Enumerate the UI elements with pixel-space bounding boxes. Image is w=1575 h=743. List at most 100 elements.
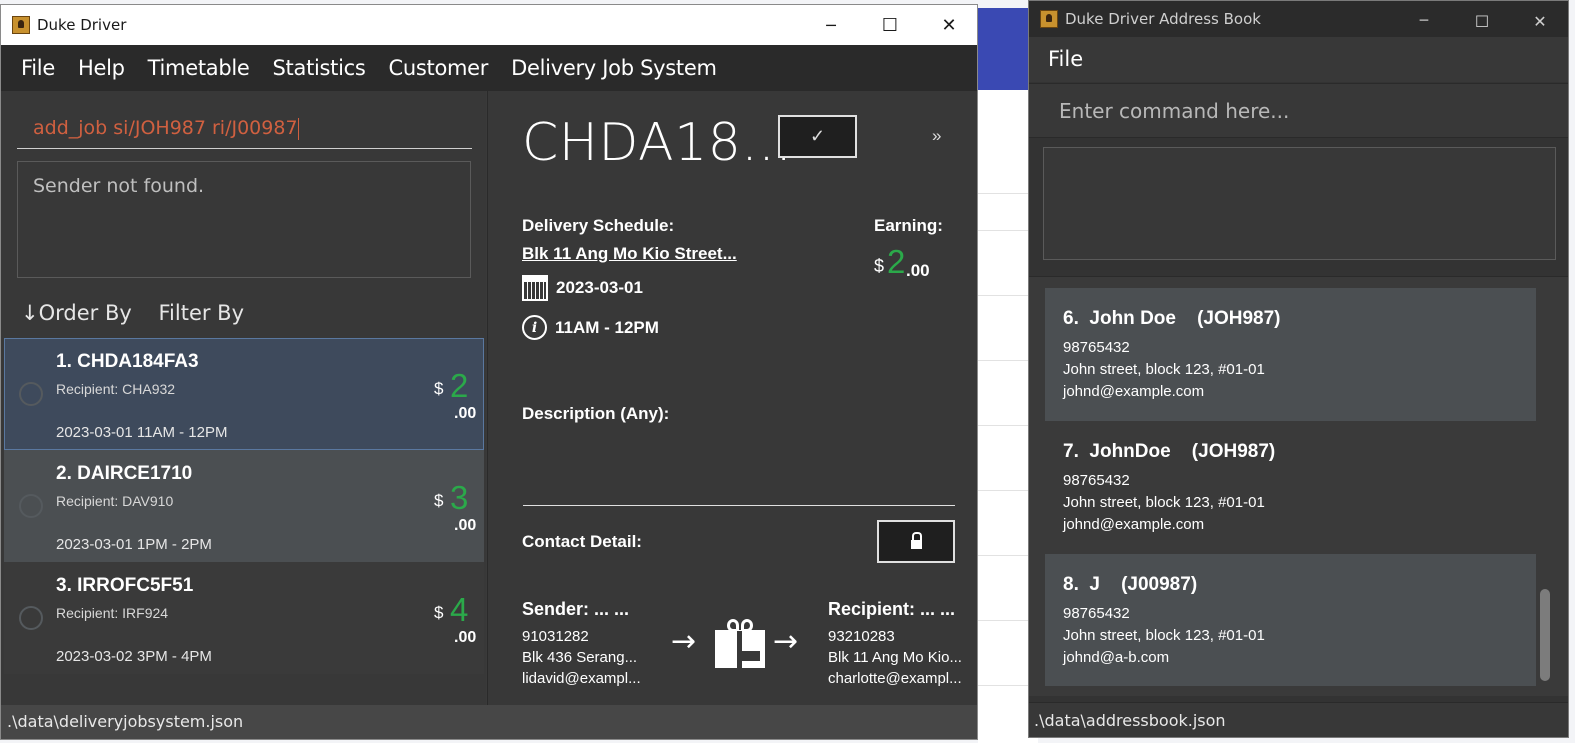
earning-cents: .00 [906, 261, 930, 280]
info-icon: i [522, 315, 547, 340]
menu-bar: File [1029, 37, 1568, 82]
job-datetime: 2023-03-02 3PM - 4PM [56, 648, 212, 665]
complete-radio[interactable] [19, 494, 43, 518]
job-title: 2. DAIRCE1710 [56, 463, 193, 484]
mark-complete-button[interactable]: ✓ [778, 115, 857, 158]
person-card[interactable]: 7. JohnDoe (JOH987) 98765432 John street… [1045, 421, 1536, 554]
recipient-phone: 93210283 [828, 628, 895, 645]
unlock-icon [910, 532, 922, 549]
lock-button[interactable] [877, 520, 955, 563]
job-list: 1. CHDA184FA3 Recipient: CHA932 2023-03-… [4, 338, 484, 674]
job-card[interactable]: 2. DAIRCE1710 Recipient: DAV910 2023-03-… [4, 450, 484, 562]
minimize-button[interactable]: ─ [802, 5, 860, 45]
time-row: i 11AM - 12PM [522, 315, 659, 340]
contact-detail-label: Contact Detail: [522, 532, 642, 551]
person-name: 6. John Doe (JOH987) [1063, 308, 1281, 329]
job-card[interactable]: 1. CHDA184FA3 Recipient: CHA932 2023-03-… [4, 338, 484, 450]
recipient-info: Recipient: ... ... 93210283 Blk 11 Ang M… [828, 599, 962, 687]
person-phone: 98765432 [1063, 472, 1130, 489]
sender-header: Sender: ... ... [522, 599, 630, 619]
minimize-button[interactable]: ─ [1395, 1, 1453, 41]
scrollbar-thumb[interactable] [1540, 589, 1550, 681]
recipient-header: Recipient: ... ... [828, 599, 956, 619]
duke-driver-window: Duke Driver ─ ☐ ✕ File Help Timetable St… [0, 4, 978, 740]
job-earning: 3 [450, 479, 469, 516]
close-button[interactable]: ✕ [1511, 1, 1568, 41]
window-title: Duke Driver [37, 16, 127, 34]
title-bar[interactable]: Duke Driver Address Book ─ ☐ ✕ [1029, 1, 1568, 37]
person-name: 8. J (J00987) [1063, 574, 1198, 595]
job-recipient: Recipient: IRF924 [56, 605, 169, 621]
app-icon [12, 16, 30, 34]
window-title: Duke Driver Address Book [1065, 10, 1261, 28]
close-button[interactable]: ✕ [920, 5, 977, 45]
gift-ribbon [737, 631, 742, 668]
person-card[interactable]: 6. John Doe (JOH987) 98765432 John stree… [1045, 288, 1536, 421]
person-email: johnd@example.com [1063, 516, 1205, 533]
job-earning: 2 [450, 367, 469, 404]
person-phone: 98765432 [1063, 339, 1130, 356]
recipient-email: charlotte@exampl... [828, 670, 962, 687]
person-address: John street, block 123, #01-01 [1063, 627, 1265, 644]
sender-email: lidavid@exampl... [522, 670, 641, 687]
arrow-right-icon: → [773, 624, 799, 659]
title-bar[interactable]: Duke Driver ─ ☐ ✕ [1, 5, 977, 45]
sort-filter-bar: ↓Order By Filter By [21, 301, 264, 325]
gift-icon [715, 619, 765, 668]
command-text: add_job si/JOH987 ri/J00987 [33, 117, 298, 139]
filter-by-button[interactable]: Filter By [158, 301, 244, 325]
result-display [1043, 147, 1556, 260]
person-address: John street, block 123, #01-01 [1063, 494, 1265, 511]
next-icon[interactable]: » [932, 126, 941, 146]
delivery-address-link[interactable]: Blk 11 Ang Mo Kio Street... [522, 244, 737, 264]
menu-delivery-job-system[interactable]: Delivery Job System [511, 56, 717, 80]
date-row: 2023-03-01 [522, 275, 643, 301]
menu-file[interactable]: File [1048, 47, 1083, 71]
person-email: johnd@a-b.com [1063, 649, 1170, 666]
person-name: 7. JohnDoe (JOH987) [1063, 441, 1276, 462]
status-bar: .\data\addressbook.json [1029, 702, 1568, 737]
person-card[interactable]: 8. J (J00987) 98765432 John street, bloc… [1045, 554, 1536, 686]
check-icon: ✓ [809, 126, 826, 146]
command-input[interactable]: add_job si/JOH987 ri/J00987 [17, 99, 472, 149]
complete-radio[interactable] [19, 606, 43, 630]
menu-customer[interactable]: Customer [389, 56, 489, 80]
order-by-button[interactable]: ↓Order By [21, 301, 132, 325]
delivery-schedule-label: Delivery Schedule: [522, 216, 675, 235]
job-card[interactable]: 3. IRROFC5F51 Recipient: IRF924 2023-03-… [4, 562, 484, 674]
calendar-icon [522, 275, 548, 301]
job-id-heading: CHDA18... [522, 113, 793, 173]
person-email: johnd@example.com [1063, 383, 1205, 400]
job-datetime: 2023-03-01 1PM - 2PM [56, 536, 212, 553]
command-box [1029, 83, 1568, 138]
person-list: 6. John Doe (JOH987) 98765432 John stree… [1045, 288, 1536, 686]
maximize-button[interactable]: ☐ [1453, 1, 1511, 41]
delivery-date: 2023-03-01 [556, 278, 643, 297]
address-book-window: Duke Driver Address Book ─ ☐ ✕ File 6. J… [1028, 0, 1569, 738]
menu-timetable[interactable]: Timetable [148, 56, 250, 80]
currency-symbol: $ [434, 491, 444, 510]
maximize-button[interactable]: ☐ [861, 5, 919, 45]
job-earning: 4 [450, 591, 469, 628]
person-address: John street, block 123, #01-01 [1063, 361, 1265, 378]
menu-statistics[interactable]: Statistics [273, 56, 366, 80]
gift-tag [742, 651, 760, 661]
job-title: 3. IRROFC5F51 [56, 575, 194, 596]
delivery-time: 11AM - 12PM [555, 317, 659, 337]
complete-radio[interactable] [19, 382, 43, 406]
divider [523, 505, 955, 506]
recipient-address: Blk 11 Ang Mo Kio... [828, 649, 962, 666]
menu-file[interactable]: File [21, 56, 55, 80]
currency-symbol: $ [434, 379, 444, 398]
earning-label: Earning: [874, 216, 943, 235]
earning-currency: $ [874, 256, 885, 276]
job-recipient: Recipient: DAV910 [56, 493, 174, 509]
job-recipient: Recipient: CHA932 [56, 381, 176, 397]
sender-info: Sender: ... ... 91031282 Blk 436 Serang.… [522, 599, 641, 687]
sender-address: Blk 436 Serang... [522, 649, 638, 666]
person-phone: 98765432 [1063, 605, 1130, 622]
job-datetime: 2023-03-01 11AM - 12PM [56, 424, 228, 441]
menu-help[interactable]: Help [78, 56, 125, 80]
job-earning-cents: .00 [454, 629, 477, 646]
command-input[interactable] [1043, 92, 1543, 130]
